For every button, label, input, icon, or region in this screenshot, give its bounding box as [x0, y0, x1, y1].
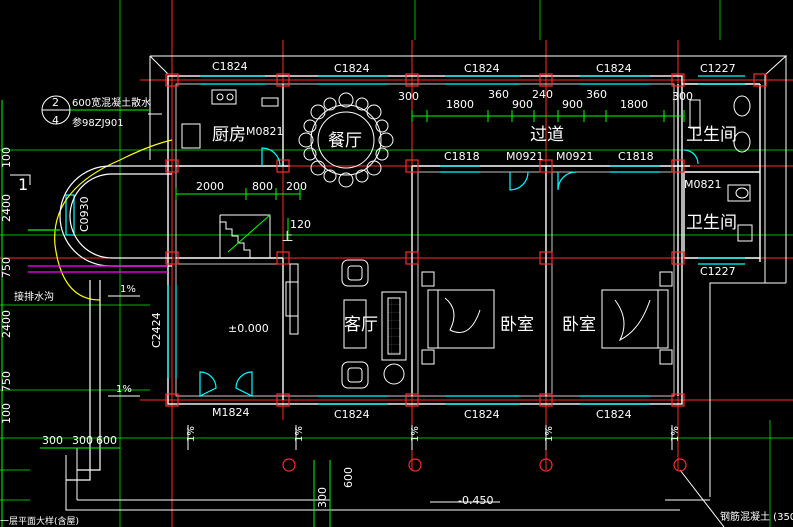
- slope-4: 1%: [294, 426, 305, 442]
- side-2400-b: 2400: [0, 310, 13, 338]
- axis-number-1: 1: [18, 175, 28, 194]
- label-m0921-right: M0921: [556, 150, 594, 163]
- room-living: 客厅: [344, 315, 378, 335]
- dim-800: 800: [252, 180, 273, 193]
- dim-900-b: 900: [562, 98, 583, 111]
- label-c0930: C0930: [78, 196, 91, 232]
- detail-number-top: 2: [52, 96, 59, 109]
- room-corridor: 过道: [530, 125, 564, 145]
- label-m1824: M1824: [212, 406, 250, 419]
- label-m0821-bath: M0821: [684, 178, 722, 191]
- dim-300-b: 300: [672, 90, 693, 103]
- opening-labels: C1824 C1824 C1824 C1824 C1227 M0821 C181…: [78, 60, 736, 421]
- label-c2424: C2424: [150, 312, 163, 348]
- room-bath-top: 卫生间: [686, 125, 737, 145]
- dim-600-a: 600: [96, 434, 117, 447]
- bottom-right-note: 钢筋混凝土 (350: [720, 510, 793, 523]
- room-bedroom-2: 卧室: [562, 315, 596, 335]
- label-c1824-top-3: C1824: [464, 62, 500, 75]
- dim-600-b: 600: [342, 467, 355, 488]
- label-c1824-bot-2: C1824: [464, 408, 500, 421]
- slope-3: 1%: [186, 426, 197, 442]
- dim-200: 200: [286, 180, 307, 193]
- floor-plan-drawing: 厨房 餐厅 过道 卫生间 卫生间 客厅 卧室 卧室 C1824 C1824 C1…: [0, 0, 793, 527]
- dim-300-d: 300: [72, 434, 93, 447]
- dim-240: 240: [532, 88, 553, 101]
- dim-900-a: 900: [512, 98, 533, 111]
- entrance-curve: [28, 139, 173, 481]
- slope-1: 1%: [120, 284, 136, 295]
- label-c1824-bot-1: C1824: [334, 408, 370, 421]
- stair: [219, 214, 271, 258]
- label-m0921-left: M0921: [506, 150, 544, 163]
- detail-number-bottom: 4: [52, 114, 59, 127]
- room-bath-mid: 卫生间: [686, 213, 737, 233]
- label-c1227-top: C1227: [700, 62, 736, 75]
- drain-note: 接排水沟: [14, 290, 54, 303]
- note-line-1: 600宽混凝土散水: [72, 96, 151, 109]
- note-line-2: 参98ZJ901: [72, 116, 124, 129]
- side-750-b: 750: [0, 371, 13, 392]
- label-c1227-mid: C1227: [700, 265, 736, 278]
- dim-120: 120: [290, 218, 311, 231]
- room-dining: 餐厅: [328, 131, 362, 151]
- side-100-b: 100: [0, 403, 13, 424]
- slope-5: 1%: [410, 426, 421, 442]
- stair-up: 上: [282, 230, 293, 243]
- bottom-left-note: 一层平面大样(含屋): [0, 515, 79, 527]
- level-negative: -0.450: [458, 494, 493, 507]
- slope-2: 1%: [116, 384, 132, 395]
- label-c1824-top-4: C1824: [596, 62, 632, 75]
- label-c1818-left: C1818: [444, 150, 480, 163]
- label-c1824-top-1: C1824: [212, 60, 248, 73]
- side-2400-a: 2400: [0, 194, 13, 222]
- dim-300-a: 300: [398, 90, 419, 103]
- label-c1824-bot-3: C1824: [596, 408, 632, 421]
- slope-7: 1%: [670, 426, 681, 442]
- dim-2000: 2000: [196, 180, 224, 193]
- dim-300-c: 300: [42, 434, 63, 447]
- label-m0821-kitchen: M0821: [246, 125, 284, 138]
- dim-360-b: 360: [586, 88, 607, 101]
- dim-300-e: 300: [316, 487, 329, 508]
- dim-1800-b: 1800: [620, 98, 648, 111]
- dim-1800-a: 1800: [446, 98, 474, 111]
- label-c1818-right: C1818: [618, 150, 654, 163]
- side-100: 100: [0, 147, 13, 168]
- side-750: 750: [0, 257, 13, 278]
- room-kitchen: 厨房: [212, 125, 246, 145]
- slope-6: 1%: [544, 426, 555, 442]
- room-bedroom-1: 卧室: [500, 315, 534, 335]
- label-c1824-top-2: C1824: [334, 62, 370, 75]
- dimension-lines: [1, 100, 685, 527]
- dim-360-a: 360: [488, 88, 509, 101]
- level-zero: ±0.000: [228, 322, 269, 335]
